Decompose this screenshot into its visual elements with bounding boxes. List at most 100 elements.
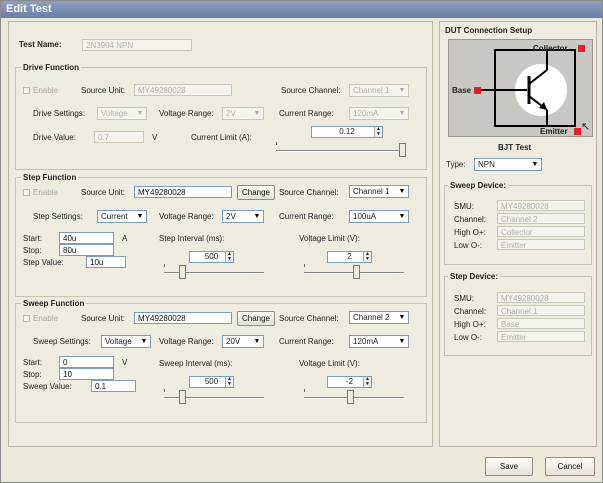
collector-terminal[interactable] — [578, 45, 585, 52]
step-device-high-label: High O+: — [454, 320, 486, 329]
sweep-start-input[interactable]: 0 — [59, 356, 114, 368]
drive-source-channel-select[interactable]: Channel 1 ▼ — [349, 84, 409, 97]
drive-current-limit-spinner[interactable]: 0.12 ▲ ▼ — [311, 126, 383, 138]
sweep-enable-checkbox[interactable] — [23, 315, 30, 322]
test-name-label: Test Name: — [19, 40, 62, 49]
sweep-voltage-limit-slider-track[interactable] — [304, 397, 404, 399]
sweep-source-channel-value: Channel 2 — [353, 313, 390, 322]
cancel-button[interactable]: Cancel — [545, 457, 595, 476]
spinner-arrows-icon[interactable]: ▲ ▼ — [363, 377, 371, 387]
step-value-label: Step Value: — [23, 258, 64, 267]
sweep-device-smu-label: SMU: — [454, 202, 474, 211]
step-start-input[interactable]: 40u — [59, 232, 114, 244]
step-enable-checkbox[interactable] — [23, 189, 30, 196]
sweep-voltage-limit-slider-thumb[interactable] — [347, 390, 354, 404]
sweep-device-high-value: Collector — [497, 226, 585, 237]
chevron-down-icon: ▼ — [398, 338, 406, 345]
drive-source-unit-input[interactable]: MY49280028 — [134, 84, 232, 96]
sweep-source-unit-input[interactable]: MY49280028 — [134, 312, 232, 324]
drive-current-limit-slider-track[interactable] — [276, 150, 406, 152]
chevron-down-icon: ▼ — [140, 338, 148, 345]
dut-schematic: Collector Base Emitter ↖ — [448, 39, 593, 137]
step-change-button[interactable]: Change — [237, 185, 275, 200]
drive-voltage-range-select[interactable]: 2V ▼ — [222, 107, 264, 120]
bjt-test-title: BJT Test — [498, 143, 532, 152]
step-settings-value: Current — [101, 212, 128, 221]
sweep-current-range-value: 120mA — [353, 337, 379, 346]
step-source-unit-input[interactable]: MY49280028 — [134, 186, 232, 198]
type-label: Type: — [446, 160, 466, 169]
window-title: Edit Test — [1, 1, 602, 18]
main-panel: Test Name: 2N3904 NPN Drive Function Ena… — [8, 21, 433, 447]
sweep-interval-slider-thumb[interactable] — [179, 390, 186, 404]
drive-voltage-range-label: Voltage Range: — [159, 109, 214, 118]
spinner-arrows-icon[interactable]: ▲ ▼ — [363, 252, 371, 262]
save-button[interactable]: Save — [485, 457, 533, 476]
sweep-voltage-limit-spinner[interactable]: -2 ▲ ▼ — [327, 376, 372, 388]
sweep-source-channel-label: Source Channel: — [279, 314, 339, 323]
step-interval-spinner[interactable]: 500 ▲ ▼ — [189, 251, 234, 263]
drive-current-limit-label: Current Limit (A): — [191, 133, 252, 142]
drive-current-limit-value: 0.12 — [339, 127, 355, 136]
drive-current-range-label: Current Range: — [279, 109, 334, 118]
drive-voltage-range-value: 2V — [226, 109, 236, 118]
sweep-change-button[interactable]: Change — [237, 311, 275, 326]
step-voltage-range-label: Voltage Range: — [159, 212, 214, 221]
sweep-voltage-limit-value: -2 — [345, 377, 354, 386]
step-voltage-limit-value: 2 — [347, 252, 352, 261]
step-settings-select[interactable]: Current ▼ — [97, 210, 147, 223]
chevron-down-icon: ▼ — [253, 338, 261, 345]
step-source-channel-value: Channel 1 — [353, 187, 390, 196]
step-stop-input[interactable]: 80u — [59, 244, 114, 256]
step-value-input[interactable]: 10u — [86, 256, 126, 268]
sweep-enable-label: Enable — [33, 314, 58, 323]
sweep-interval-value: 500 — [204, 377, 219, 386]
sweep-value-input[interactable]: 0.1 — [91, 380, 136, 392]
step-interval-label: Step Interval (ms): — [159, 234, 225, 243]
step-interval-slider-thumb[interactable] — [179, 265, 186, 279]
drive-settings-select[interactable]: Voltage ▼ — [97, 107, 147, 120]
test-name-input[interactable]: 2N3904 NPN — [82, 39, 192, 51]
sweep-settings-select[interactable]: Voltage ▼ — [101, 335, 151, 348]
spinner-arrows-icon[interactable]: ▲ ▼ — [374, 127, 382, 137]
sweep-current-range-label: Current Range: — [279, 337, 334, 346]
step-stop-label: Stop: — [23, 246, 42, 255]
slider-tick — [304, 389, 305, 392]
step-unit: A — [122, 234, 128, 243]
step-device-group — [444, 276, 592, 356]
step-enable-label: Enable — [33, 188, 58, 197]
spinner-arrows-icon[interactable]: ▲ ▼ — [225, 377, 233, 387]
chevron-down-icon: ▼ — [398, 213, 406, 220]
emitter-terminal[interactable] — [574, 128, 581, 135]
chevron-down-icon: ▼ — [398, 314, 406, 321]
sweep-current-range-select[interactable]: 120mA ▼ — [349, 335, 409, 348]
sweep-voltage-range-select[interactable]: 20V ▼ — [222, 335, 264, 348]
spinner-arrows-icon[interactable]: ▲ ▼ — [225, 252, 233, 262]
sweep-interval-label: Sweep Interval (ms): — [159, 359, 233, 368]
drive-enable-checkbox[interactable] — [23, 87, 30, 94]
drive-current-limit-slider-thumb[interactable] — [399, 143, 406, 157]
sweep-voltage-limit-label: Voltage Limit (V): — [299, 359, 360, 368]
sweep-device-smu-value: MY49280028 — [497, 200, 585, 211]
chevron-down-icon: ▼ — [398, 188, 406, 195]
sweep-stop-input[interactable]: 10 — [59, 368, 114, 380]
drive-source-channel-label: Source Channel: — [281, 86, 341, 95]
step-source-channel-label: Source Channel: — [279, 188, 339, 197]
step-device-smu-value: MY49280028 — [497, 292, 585, 303]
step-source-unit-label: Source Unit: — [81, 188, 126, 197]
step-voltage-limit-slider-thumb[interactable] — [353, 265, 360, 279]
base-terminal[interactable] — [474, 87, 481, 94]
type-select[interactable]: NPN ▼ — [474, 158, 542, 171]
step-device-high-value: Base — [497, 318, 585, 329]
sweep-device-channel-value: Channel 2 — [497, 213, 585, 224]
step-source-channel-select[interactable]: Channel 1 ▼ — [349, 185, 409, 198]
drive-current-range-value: 120mA — [353, 109, 379, 118]
drive-value-input[interactable]: 0.7 — [94, 131, 144, 143]
sweep-interval-spinner[interactable]: 500 ▲ ▼ — [189, 376, 234, 388]
sweep-source-channel-select[interactable]: Channel 2 ▼ — [349, 311, 409, 324]
step-function-title: Step Function — [21, 173, 79, 182]
step-current-range-select[interactable]: 100uA ▼ — [349, 210, 409, 223]
drive-current-range-select[interactable]: 120mA ▼ — [349, 107, 409, 120]
step-voltage-range-select[interactable]: 2V ▼ — [222, 210, 264, 223]
step-voltage-limit-spinner[interactable]: 2 ▲ ▼ — [327, 251, 372, 263]
